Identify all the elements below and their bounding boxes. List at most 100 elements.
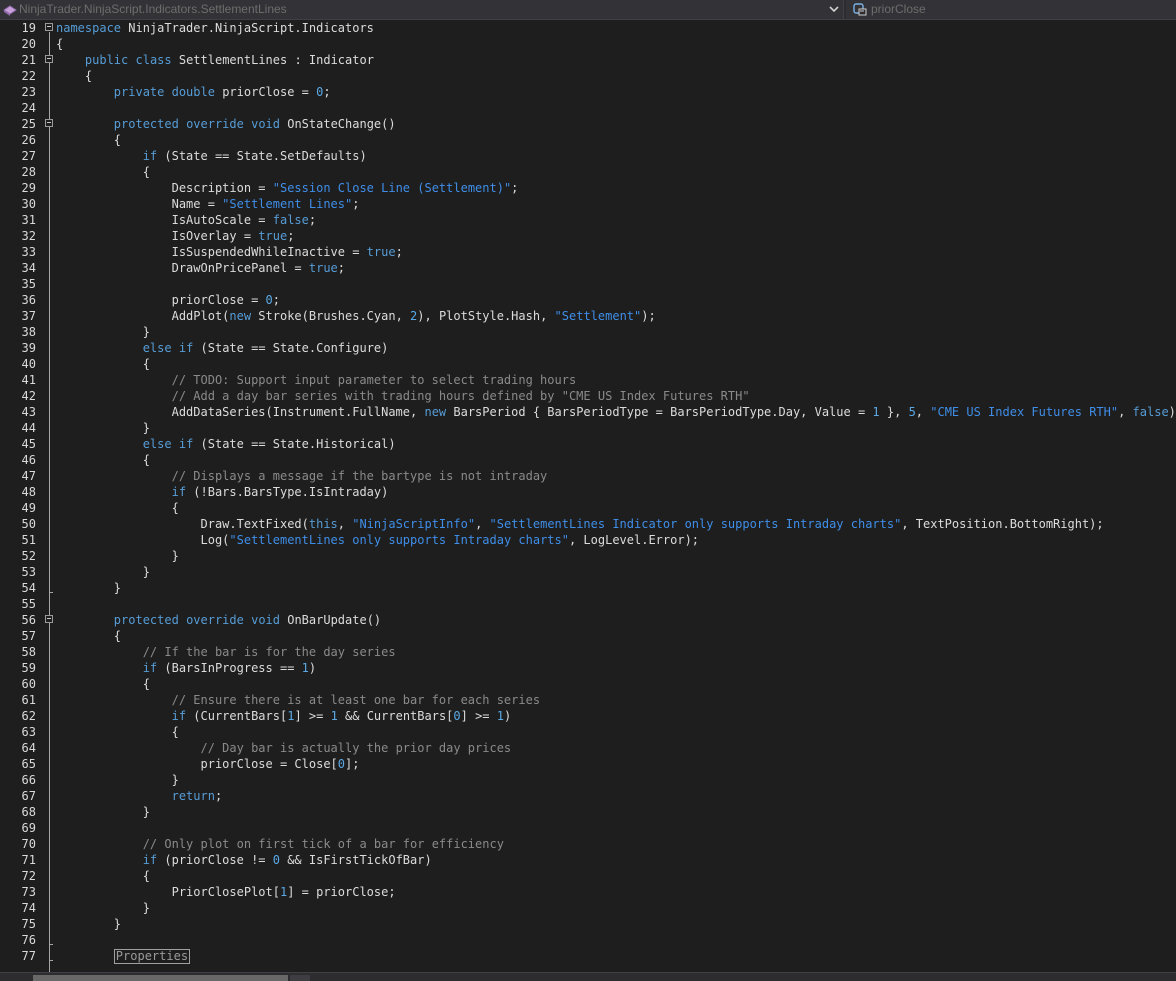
code-line[interactable]: 19 namespace NinjaTrader.NinjaScript.Indi… <box>0 20 1176 36</box>
code-line[interactable]: 22 { <box>0 68 1176 84</box>
code-token: 1 <box>872 405 880 419</box>
code-line[interactable]: 65 priorClose = Close[0]; <box>0 756 1176 772</box>
code-line[interactable]: 29 Description = "Session Close Line (Se… <box>0 180 1176 196</box>
code-line[interactable]: 49 { <box>0 500 1176 516</box>
code-line[interactable]: 75 } <box>0 916 1176 932</box>
field-icon <box>853 3 867 16</box>
code-line[interactable]: 39 else if (State == State.Configure) <box>0 340 1176 356</box>
code-line[interactable]: 31 IsAutoScale = false; <box>0 212 1176 228</box>
code-line[interactable]: 32 IsOverlay = true; <box>0 228 1176 244</box>
code-line[interactable]: 45 else if (State == State.Historical) <box>0 436 1176 452</box>
code-line[interactable]: 68 } <box>0 804 1176 820</box>
code-line[interactable]: 55 <box>0 596 1176 612</box>
code-line[interactable]: 58 // If the bar is for the day series <box>0 644 1176 660</box>
code-text: { <box>56 676 150 692</box>
code-line[interactable]: 24 <box>0 100 1176 116</box>
navigation-bar: NinjaTrader.NinjaScript.Indicators.Settl… <box>0 0 1176 20</box>
code-text: { <box>56 500 179 516</box>
code-line[interactable]: 73 PriorClosePlot[1] = priorClose; <box>0 884 1176 900</box>
code-line[interactable]: 52 } <box>0 548 1176 564</box>
code-token: } <box>142 565 150 579</box>
line-number: 43 <box>21 405 36 419</box>
code-token: IsSuspendedWhileInactive = true; <box>171 245 403 259</box>
chevron-down-icon[interactable] <box>829 3 839 15</box>
code-line[interactable]: 42 // Add a day bar series with trading … <box>0 388 1176 404</box>
code-line[interactable]: 71 if (priorClose != 0 && IsFirstTickOfB… <box>0 852 1176 868</box>
code-line[interactable]: 46 { <box>0 452 1176 468</box>
code-line[interactable]: 48 if (!Bars.BarsType.IsIntraday) <box>0 484 1176 500</box>
code-line[interactable]: 69 <box>0 820 1176 836</box>
collapse-icon[interactable] <box>45 615 53 623</box>
code-line[interactable]: 61 // Ensure there is at least one bar f… <box>0 692 1176 708</box>
code-line[interactable]: 63 { <box>0 724 1176 740</box>
code-text: IsOverlay = true; <box>56 228 295 244</box>
code-line[interactable]: 51 Log("SettlementLines only supports In… <box>0 532 1176 548</box>
code-line[interactable]: 25 protected override void OnStateChange… <box>0 116 1176 132</box>
code-text: if (priorClose != 0 && IsFirstTickOfBar) <box>56 852 432 868</box>
line-number: 64 <box>21 741 36 755</box>
code-line[interactable]: 66 } <box>0 772 1176 788</box>
code-text: { <box>56 36 63 52</box>
code-text: { <box>56 132 121 148</box>
code-line[interactable]: 33 IsSuspendedWhileInactive = true; <box>0 244 1176 260</box>
code-line[interactable]: 70 // Only plot on first tick of a bar f… <box>0 836 1176 852</box>
code-line[interactable]: 60 { <box>0 676 1176 692</box>
code-line[interactable]: 53 } <box>0 564 1176 580</box>
collapse-icon[interactable] <box>45 119 53 127</box>
code-line[interactable]: 34 DrawOnPricePanel = true; <box>0 260 1176 276</box>
collapsed-region[interactable]: Properties <box>113 949 191 964</box>
code-line[interactable]: 56 protected override void OnBarUpdate() <box>0 612 1176 628</box>
scrollbar-thumb[interactable] <box>33 975 288 981</box>
code-token: ] >= <box>294 709 331 723</box>
code-token: { <box>56 37 64 51</box>
member-dropdown[interactable]: priorClose <box>846 0 1176 19</box>
code-line[interactable]: 74 } <box>0 900 1176 916</box>
code-line[interactable]: 27 if (State == State.SetDefaults) <box>0 148 1176 164</box>
code-line[interactable]: 37 AddPlot(new Stroke(Brushes.Cyan, 2), … <box>0 308 1176 324</box>
code-line[interactable]: 44 } <box>0 420 1176 436</box>
code-line[interactable]: 23 private double priorClose = 0; <box>0 84 1176 100</box>
code-line[interactable]: 64 // Day bar is actually the prior day … <box>0 740 1176 756</box>
code-line[interactable]: 20 { <box>0 36 1176 52</box>
class-dropdown[interactable]: NinjaTrader.NinjaScript.Indicators.Settl… <box>0 0 844 19</box>
code-text: { <box>56 868 150 884</box>
code-line[interactable]: 43 AddDataSeries(Instrument.FullName, ne… <box>0 404 1176 420</box>
code-text: else if (State == State.Configure) <box>56 340 389 356</box>
code-line[interactable]: 21 public class SettlementLines : Indica… <box>0 52 1176 68</box>
code-line[interactable]: 30 Name = "Settlement Lines"; <box>0 196 1176 212</box>
code-token: 1 <box>330 709 338 723</box>
code-line[interactable]: 41 // TODO: Support input parameter to s… <box>0 372 1176 388</box>
code-line[interactable]: 38 } <box>0 324 1176 340</box>
code-line[interactable]: 57 { <box>0 628 1176 644</box>
code-text: AddPlot(new Stroke(Brushes.Cyan, 2), Plo… <box>56 308 656 324</box>
code-line[interactable]: 50 Draw.TextFixed(this, "NinjaScriptInfo… <box>0 516 1176 532</box>
code-token: "Settlement" <box>554 309 642 323</box>
code-line[interactable]: 40 { <box>0 356 1176 372</box>
code-line[interactable]: 47 // Displays a message if the bartype … <box>0 468 1176 484</box>
code-line[interactable]: 62 if (CurrentBars[1] >= 1 && CurrentBar… <box>0 708 1176 724</box>
code-line[interactable]: 54 } <box>0 580 1176 596</box>
line-number: 63 <box>21 725 36 739</box>
code-line[interactable]: 72 { <box>0 868 1176 884</box>
code-line[interactable]: 35 <box>0 276 1176 292</box>
collapse-icon[interactable] <box>45 23 53 31</box>
code-token: }, <box>879 405 909 419</box>
code-token: Draw.TextFixed(this, <box>200 517 353 531</box>
collapse-icon[interactable] <box>45 55 53 63</box>
code-line[interactable]: 59 if (BarsInProgress == 1) <box>0 660 1176 676</box>
line-number: 69 <box>21 821 36 835</box>
line-number: 72 <box>21 869 36 883</box>
code-line[interactable]: 76 <box>0 932 1176 948</box>
code-token: { <box>142 357 150 371</box>
code-token: } <box>142 421 150 435</box>
code-line[interactable]: 26 { <box>0 132 1176 148</box>
code-line[interactable]: 77 Properties <box>0 948 1176 964</box>
code-line[interactable]: 28 { <box>0 164 1176 180</box>
code-editor[interactable]: 19 namespace NinjaTrader.NinjaScript.Indi… <box>0 20 1176 972</box>
code-text: DrawOnPricePanel = true; <box>56 260 345 276</box>
code-token: 1 <box>496 709 504 723</box>
code-line[interactable]: 36 priorClose = 0; <box>0 292 1176 308</box>
code-line[interactable]: 67 return; <box>0 788 1176 804</box>
code-text: else if (State == State.Historical) <box>56 436 396 452</box>
code-token: && IsFirstTickOfBar) <box>279 853 432 867</box>
